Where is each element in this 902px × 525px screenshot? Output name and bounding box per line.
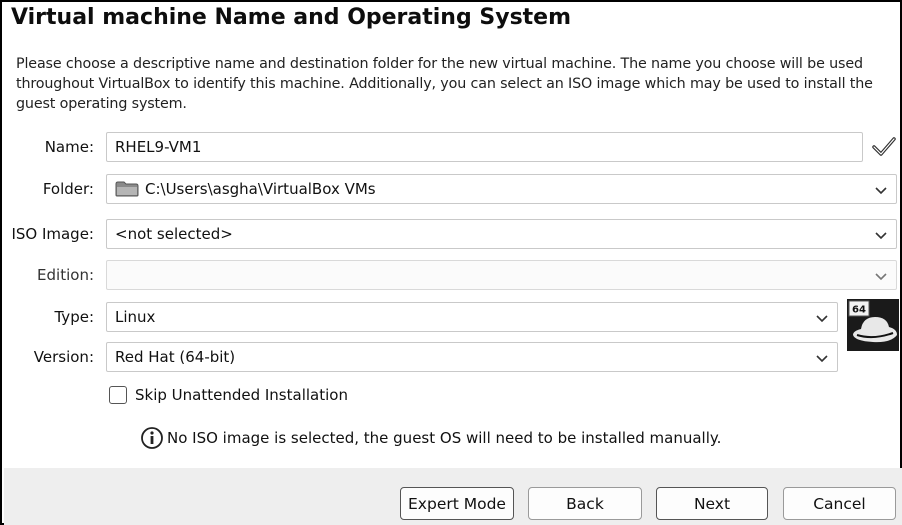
name-input[interactable]: RHEL9-VM1 [106,132,863,162]
iso-image-select[interactable]: <not selected> [106,219,897,249]
info-message-text: No ISO image is selected, the guest OS w… [167,429,722,447]
skip-unattended-checkbox[interactable] [109,386,127,404]
cancel-button[interactable]: Cancel [783,487,896,520]
version-select[interactable]: Red Hat (64-bit) [106,342,838,372]
folder-select-value: C:\Users\asgha\VirtualBox VMs [145,180,376,198]
page-title: Virtual machine Name and Operating Syste… [11,5,572,30]
info-icon [141,427,163,449]
page-description: Please choose a descriptive name and des… [16,56,873,112]
name-label: Name: [44,138,94,156]
redhat-os-icon: 64 [847,299,899,351]
edition-label: Edition: [37,266,94,284]
version-value: Red Hat (64-bit) [115,348,236,366]
type-value: Linux [115,308,156,326]
iso-image-value: <not selected> [115,225,233,243]
name-input-value: RHEL9-VM1 [115,138,202,156]
chevron-down-icon [816,315,828,323]
info-message: No ISO image is selected, the guest OS w… [140,426,721,450]
chevron-down-icon [875,232,887,240]
type-label: Type: [54,308,94,326]
folder-select[interactable]: C:\Users\asgha\VirtualBox VMs [106,174,897,204]
iso-image-label: ISO Image: [11,225,94,243]
skip-unattended-label: Skip Unattended Installation [135,386,348,404]
chevron-down-icon [875,187,887,195]
type-select[interactable]: Linux [106,302,838,332]
edition-select[interactable] [106,260,897,290]
version-label: Version: [33,348,94,366]
folder-icon [115,181,139,197]
next-button[interactable]: Next [656,487,768,520]
checkmark-icon [872,137,896,156]
expert-mode-button[interactable]: Expert Mode [400,487,514,520]
wizard-dialog: Virtual machine Name and Operating Syste… [0,0,902,525]
chevron-down-icon [816,355,828,363]
os-icon-badge: 64 [852,305,866,316]
skip-unattended-option[interactable]: Skip Unattended Installation [109,386,348,404]
chevron-down-icon [875,273,887,281]
folder-label: Folder: [42,180,94,198]
back-button[interactable]: Back [528,487,642,520]
